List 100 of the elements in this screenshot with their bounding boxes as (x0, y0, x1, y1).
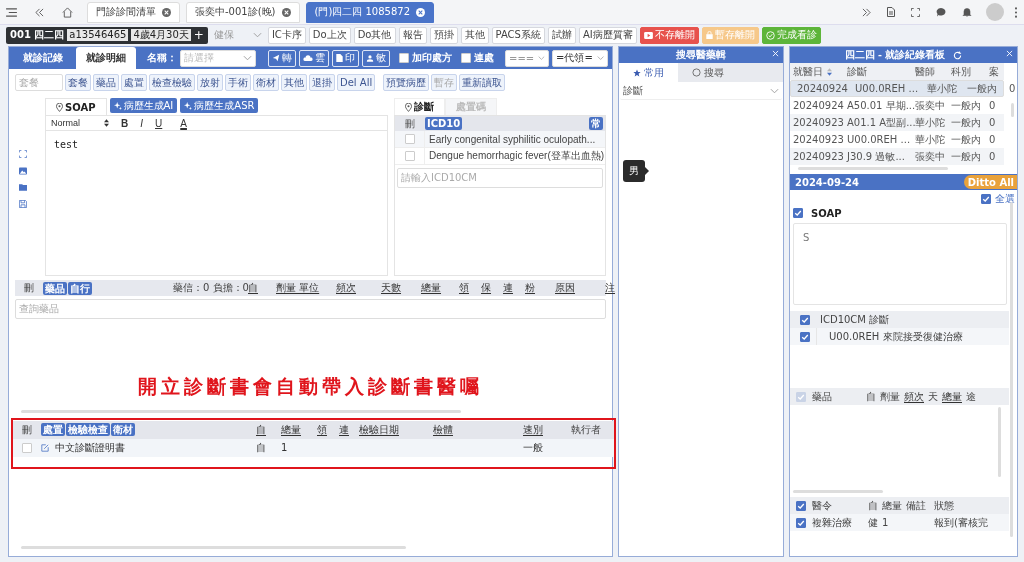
column-header[interactable]: 領 (459, 281, 481, 295)
scrollbar[interactable] (21, 546, 406, 549)
column-header[interactable]: 連 (339, 423, 349, 435)
close-icon[interactable] (162, 7, 171, 17)
sort-icon[interactable] (827, 67, 832, 76)
column-header[interactable]: 天數 (381, 281, 421, 295)
select-field[interactable]: =代領= (552, 49, 608, 67)
scrollbar[interactable] (1011, 103, 1014, 117)
document-icon[interactable] (887, 7, 895, 17)
page-tab[interactable]: 張奕中-001診(晚) (186, 1, 300, 23)
column-header[interactable]: 診斷 (844, 64, 912, 79)
diagnosis-tab[interactable]: 診斷 (394, 98, 445, 115)
column-header[interactable]: 頻次 (336, 281, 381, 295)
action-button[interactable]: 重新讀取 (459, 74, 506, 91)
checkbox[interactable] (461, 53, 471, 63)
panel-tab[interactable]: 就診記錄 (13, 47, 73, 69)
ai-generate-button[interactable]: 病歷生成ASR (180, 98, 259, 113)
column-header[interactable]: 科別 (948, 64, 986, 79)
select-all-label[interactable]: 全選 (995, 192, 1015, 206)
format-button[interactable]: B (121, 117, 129, 129)
ai-generate-button[interactable]: 病歷生成AI (109, 98, 178, 113)
menu-icon[interactable] (6, 7, 17, 17)
column-header[interactable]: 連 (503, 281, 525, 295)
column-header[interactable]: 醫師 (912, 64, 948, 79)
toolbar-button[interactable]: Do其他 (353, 26, 396, 44)
toolbar-button[interactable]: 其他 (460, 26, 489, 44)
category-button[interactable]: 手術 (225, 74, 251, 91)
home-icon[interactable] (62, 6, 73, 18)
history-row[interactable]: 20240923 J30.9 過敏... 張奕中 一般內 0 (790, 148, 1004, 165)
close-icon[interactable] (772, 50, 779, 57)
category-button[interactable]: 退掛 (309, 74, 335, 91)
code-badge[interactable]: ICD10 (425, 117, 463, 130)
search-tab[interactable]: 常用 (619, 63, 678, 82)
checkbox[interactable] (981, 194, 991, 204)
double-chevron-left-icon[interactable] (35, 7, 44, 17)
history-row[interactable]: 20240923 U00.0REH ... 華小陀 一般內 0 (790, 131, 1004, 148)
image-icon[interactable] (19, 167, 27, 175)
scrollbar[interactable] (21, 409, 461, 413)
soap-text-box[interactable]: S (793, 223, 1007, 305)
folder-icon[interactable] (19, 184, 27, 191)
toolbar-button[interactable]: Do上次 (308, 26, 351, 44)
checkbox[interactable] (399, 53, 409, 63)
checkbox[interactable] (404, 151, 415, 161)
filter-badge[interactable]: 藥品 (43, 281, 67, 295)
action-button[interactable]: 預覽病歷 (383, 74, 430, 91)
text-editor[interactable]: Normal B I U A test (45, 115, 388, 276)
checkbox[interactable] (404, 134, 415, 144)
column-header[interactable]: 原因 (555, 281, 605, 295)
category-select[interactable]: 診斷 (620, 82, 782, 100)
history-row[interactable]: 20240923 A01.1 A型副...華小陀 一般內 0 (790, 114, 1004, 131)
icon-button[interactable]: 敏 (362, 49, 390, 67)
scrollbar[interactable] (1010, 202, 1013, 537)
category-button[interactable]: 衛材 (253, 74, 279, 91)
column-header[interactable]: 領 (317, 423, 327, 435)
refresh-icon[interactable] (953, 50, 963, 60)
filter-badge[interactable]: 衛材 (111, 423, 135, 436)
toolbar-button[interactable]: 試辦 (547, 26, 576, 44)
category-button[interactable]: Del All (337, 74, 376, 91)
icon-button[interactable]: 印 (332, 49, 359, 67)
scrollbar[interactable] (793, 490, 883, 493)
checkbox[interactable] (22, 442, 32, 453)
scrollbar[interactable] (798, 167, 948, 170)
add-button[interactable]: + (193, 29, 204, 41)
column-header[interactable]: 案 (986, 64, 1000, 79)
close-icon[interactable] (281, 7, 291, 17)
checkbox[interactable] (793, 208, 803, 218)
column-header[interactable]: 檢體 (433, 423, 453, 435)
common-badge[interactable]: 常 (589, 117, 603, 130)
chat-icon[interactable] (936, 7, 946, 17)
page-tab[interactable]: (門)四二四 1085872 (305, 1, 435, 23)
close-icon[interactable] (1006, 50, 1013, 57)
column-header[interactable]: 總量 (421, 281, 459, 295)
column-header[interactable]: 粉 (525, 281, 555, 295)
fullscreen-icon[interactable] (19, 150, 27, 158)
toolbar-button[interactable]: 預掛 (429, 26, 458, 44)
format-select[interactable]: Normal (51, 118, 109, 128)
toolbar-button[interactable]: AI病歷質審 (578, 26, 637, 44)
save-icon[interactable] (19, 200, 27, 208)
column-header[interactable]: 自 (248, 281, 276, 295)
checkbox[interactable] (799, 331, 810, 342)
column-header[interactable]: 就醫日 (790, 64, 844, 79)
page-tab[interactable]: 門診診間清單 (87, 1, 180, 23)
bell-icon[interactable] (962, 7, 972, 17)
history-row[interactable]: 20240924 A50.01 早期...張奕中 一般內 0 (790, 97, 1004, 114)
toolbar-button[interactable]: PACS系統 (491, 26, 545, 44)
filter-badge[interactable]: 處置 (41, 423, 65, 436)
icon-button[interactable]: 轉 (268, 49, 296, 67)
category-button[interactable]: 套餐 (65, 74, 91, 91)
column-header[interactable]: 保 (481, 281, 503, 295)
close-icon[interactable] (416, 7, 426, 17)
category-button[interactable]: 檢查檢驗 (149, 74, 195, 91)
column-header[interactable]: 注 (605, 281, 618, 295)
panel-tab[interactable]: 就診明細 (76, 47, 136, 69)
category-button[interactable]: 藥品 (93, 74, 119, 91)
toolbar-button[interactable]: 報告 (398, 26, 427, 44)
toolbar-button[interactable]: IC卡序 (267, 26, 306, 44)
icon-button[interactable]: 雲 (299, 49, 329, 67)
more-icon[interactable] (1014, 6, 1018, 18)
category-button[interactable]: 處置 (121, 74, 147, 91)
checkbox[interactable] (796, 500, 806, 511)
